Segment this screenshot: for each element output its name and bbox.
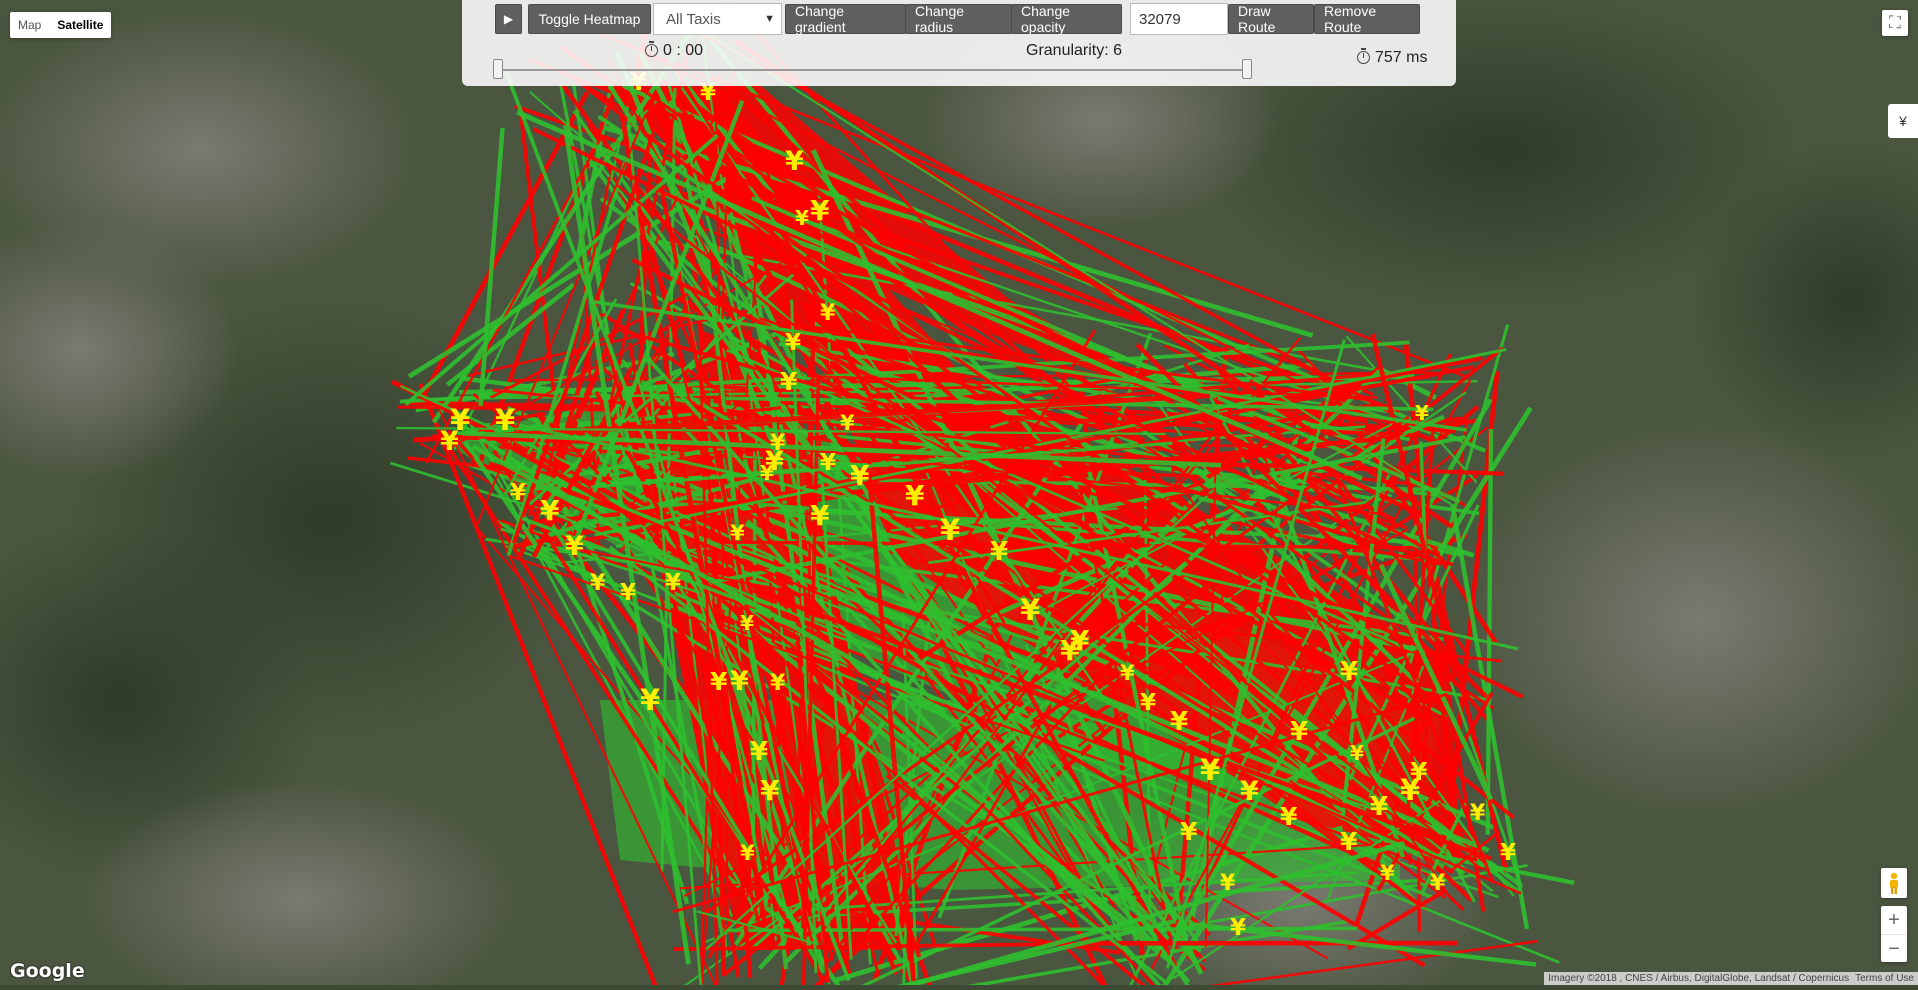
yen-marker-icon: ¥ <box>1020 593 1040 627</box>
street-view-pegman[interactable] <box>1881 868 1907 898</box>
yen-marker-icon: ¥ <box>750 737 768 767</box>
yen-marker-icon: ¥ <box>1340 657 1358 687</box>
yen-marker-icon: ¥ <box>710 667 728 696</box>
map-type-map-button[interactable]: Map <box>10 12 49 38</box>
play-button[interactable]: ▶ <box>495 4 522 34</box>
render-duration: 757 ms <box>1375 49 1427 66</box>
play-icon: ▶ <box>504 12 513 26</box>
fullscreen-button[interactable]: ⛶ <box>1882 10 1908 36</box>
yen-marker-icon: ¥ <box>1380 861 1395 885</box>
yen-marker-icon: ¥ <box>740 841 755 865</box>
side-panel-tab[interactable]: ¥ <box>1888 104 1918 138</box>
yen-marker-icon: ¥ <box>590 571 606 596</box>
yen-marker-icon: ¥ <box>820 301 836 326</box>
imagery-credit: Imagery ©2018 , CNES / Airbus, DigitalGl… <box>1548 973 1849 984</box>
yen-marker-icon: ¥ <box>1120 661 1135 685</box>
taxi-filter-value: All Taxis <box>666 11 721 28</box>
control-panel: ▶ Toggle Heatmap All Taxis ▼ Change grad… <box>462 0 1456 86</box>
yen-marker-icon: ¥ <box>1170 707 1188 737</box>
yen-marker-icon: ¥ <box>1280 802 1298 831</box>
yen-marker-icon: ¥ <box>665 570 681 596</box>
yen-marker-icon: ¥ <box>440 426 459 457</box>
yen-marker-icon: ¥ <box>1070 624 1090 657</box>
yen-marker-icon: ¥ <box>810 194 830 227</box>
render-duration-display: 757 ms <box>1357 49 1427 67</box>
yen-marker-icon: ¥ <box>770 671 786 696</box>
yen-marker-icon: ¥ <box>760 774 780 807</box>
map-type-satellite-button[interactable]: Satellite <box>49 12 111 38</box>
yen-marker-icon: ¥ <box>820 450 836 476</box>
taxi-filter-select[interactable]: All Taxis ▼ <box>653 3 782 35</box>
yen-marker-icon: ¥ <box>730 521 745 545</box>
yen-marker-icon: ¥ <box>1430 871 1446 896</box>
time-slider-track[interactable] <box>498 69 1249 71</box>
yen-marker-icon: ¥ <box>640 683 660 717</box>
fullscreen-icon: ⛶ <box>1889 13 1901 33</box>
yen-marker-icon: ¥ <box>1470 801 1486 826</box>
map-attribution: Imagery ©2018 , CNES / Airbus, DigitalGl… <box>1544 972 1918 985</box>
remove-route-button[interactable]: Remove Route <box>1314 4 1420 34</box>
yen-marker-icon: ¥ <box>1200 753 1220 787</box>
time-slider-end-handle[interactable] <box>1242 59 1252 79</box>
route-segment <box>723 928 1357 930</box>
map-canvas: ¥ ¥ ¥ ¥ ¥ ¥ ¥ ¥ ¥ ¥ ¥ ¥ ¥ ¥ ¥ ¥ ¥ ¥ ¥ ¥ ¥ ¥ ¥ ¥ ¥ ¥ ¥ ¥ ¥ ¥ ¥ ¥ ¥ ¥ ¥ ¥ ¥ ¥ ¥ ¥… <box>0 0 1918 985</box>
yen-icon: ¥ <box>1899 113 1907 129</box>
zoom-out-button[interactable]: − <box>1881 935 1907 963</box>
yen-marker-icon: ¥ <box>740 611 754 635</box>
yen-marker-icon: ¥ <box>785 330 801 356</box>
draw-route-button[interactable]: Draw Route <box>1228 4 1314 34</box>
yen-marker-icon: ¥ <box>840 411 855 435</box>
satellite-map[interactable]: ¥ ¥ ¥ ¥ ¥ ¥ ¥ ¥ ¥ ¥ ¥ ¥ ¥ ¥ ¥ ¥ ¥ ¥ ¥ ¥ ¥ ¥ ¥ ¥ ¥ ¥ ¥ ¥ ¥ ¥ ¥ ¥ ¥ ¥ ¥ ¥ ¥ ¥ ¥ ¥… <box>0 0 1918 985</box>
yen-marker-icon: ¥ <box>810 499 830 532</box>
change-radius-button[interactable]: Change radius <box>905 4 1012 34</box>
yen-marker-icon: ¥ <box>495 403 515 437</box>
terms-of-use-link[interactable]: Terms of Use <box>1855 973 1914 984</box>
route-id-input[interactable] <box>1130 3 1228 35</box>
yen-marker-icon: ¥ <box>1240 776 1259 807</box>
chevron-down-icon: ▼ <box>764 13 775 25</box>
yen-marker-icon: ¥ <box>785 146 804 177</box>
time-slider-start-handle[interactable] <box>493 59 503 79</box>
yen-marker-icon: ¥ <box>1340 827 1358 856</box>
clock-icon <box>1357 51 1370 64</box>
yen-marker-icon: ¥ <box>540 494 560 527</box>
yen-marker-icon: ¥ <box>620 580 636 606</box>
map-type-control: Map Satellite <box>10 12 111 38</box>
yen-marker-icon: ¥ <box>1290 717 1308 747</box>
yen-marker-icon: ¥ <box>940 513 960 547</box>
yen-marker-icon: ¥ <box>1180 817 1198 846</box>
yen-marker-icon: ¥ <box>1500 840 1516 866</box>
yen-marker-icon: ¥ <box>1350 741 1364 765</box>
change-gradient-button[interactable]: Change gradient <box>785 4 906 34</box>
change-opacity-button[interactable]: Change opacity <box>1011 4 1122 34</box>
toggle-heatmap-button[interactable]: Toggle Heatmap <box>528 4 651 34</box>
yen-marker-icon: ¥ <box>795 206 809 230</box>
yen-marker-icon: ¥ <box>1140 690 1156 716</box>
yen-marker-icon: ¥ <box>1230 915 1246 941</box>
granularity-label: Granularity: 6 <box>1026 42 1122 60</box>
yen-marker-icon: ¥ <box>850 459 870 492</box>
yen-marker-icon: ¥ <box>905 479 925 512</box>
yen-marker-icon: ¥ <box>1370 792 1388 822</box>
yen-marker-icon: ¥ <box>1415 401 1429 425</box>
yen-marker-icon: ¥ <box>565 531 584 562</box>
yen-marker-icon: ¥ <box>760 461 774 485</box>
yen-marker-icon: ¥ <box>1220 871 1236 896</box>
yen-marker-icon: ¥ <box>1410 757 1428 786</box>
yen-marker-icon: ¥ <box>780 367 798 396</box>
elapsed-time: 0 : 00 <box>663 42 703 59</box>
yen-marker-icon: ¥ <box>730 666 749 697</box>
yen-marker-icon: ¥ <box>510 480 526 506</box>
elapsed-time-display: 0 : 00 <box>645 42 703 60</box>
pegman-icon <box>1887 872 1901 894</box>
google-logo: Google <box>10 960 85 982</box>
clock-icon <box>645 44 658 57</box>
zoom-in-button[interactable]: + <box>1881 906 1907 935</box>
zoom-control: + − <box>1881 906 1907 962</box>
yen-marker-icon: ¥ <box>990 537 1008 567</box>
